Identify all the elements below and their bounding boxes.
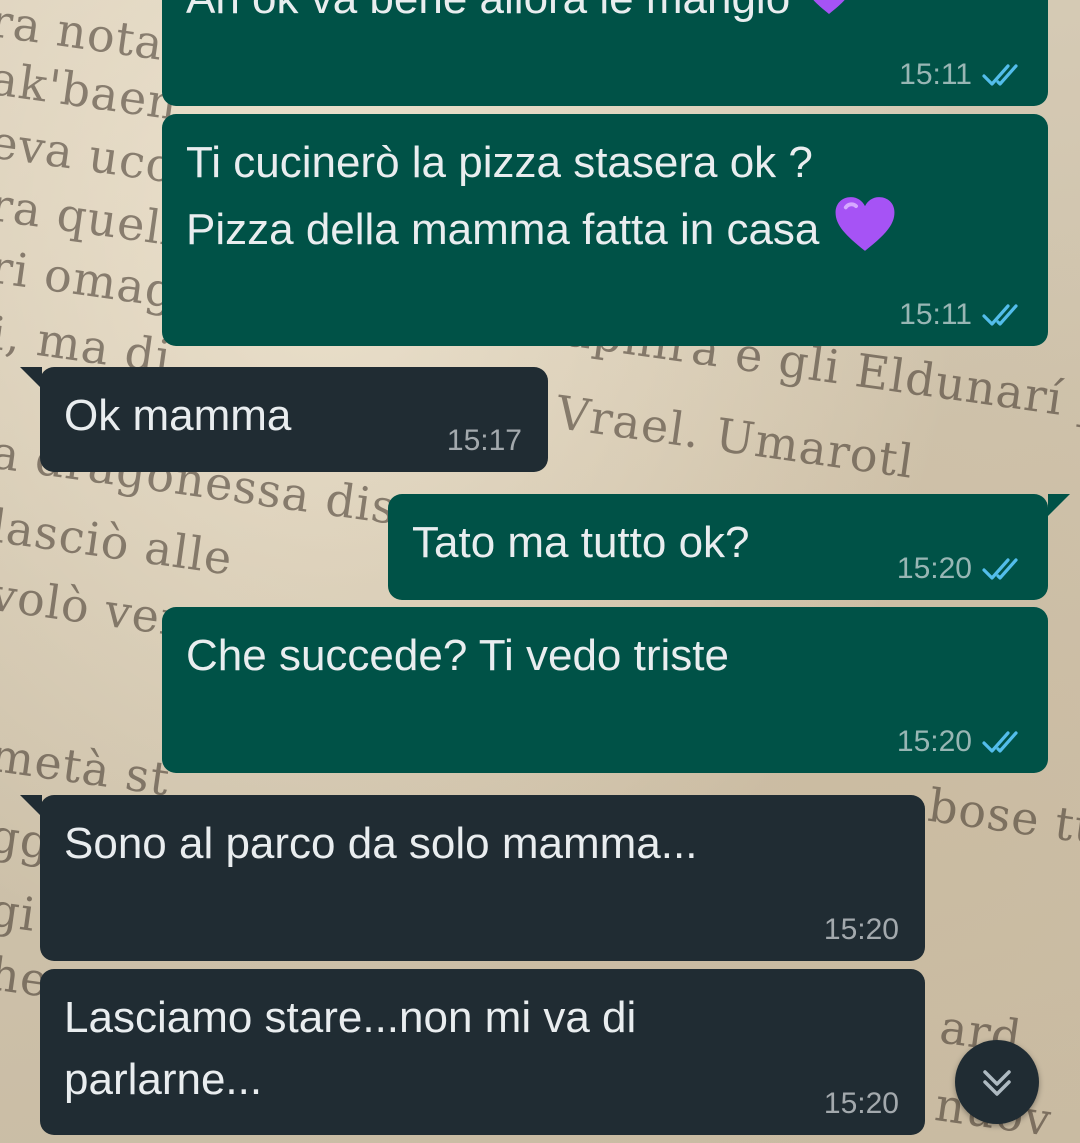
message-time: 15:11 <box>899 58 972 91</box>
message-line: Lasciamo stare...non mi va di <box>64 993 637 1042</box>
message-bubble-incoming[interactable]: Ok mamma 15:17 <box>40 367 548 472</box>
message-time: 15:20 <box>896 552 972 585</box>
message-meta: 15:20 <box>824 1087 899 1121</box>
double-chevron-down-icon <box>983 1070 1011 1096</box>
message-meta: 15:11 <box>899 298 1024 332</box>
wallpaper-text: gi <box>0 882 40 942</box>
message-text: Lasciamo stare...non mi va di parlarne..… <box>64 987 901 1111</box>
message-line: Pizza della mamma fatta in casa <box>186 194 1024 271</box>
scroll-to-bottom-button[interactable] <box>955 1040 1039 1124</box>
message-text: Ah ok va bene allora le mangio <box>186 0 1024 33</box>
message-meta: 15:17 <box>447 424 522 458</box>
message-meta: 15:20 <box>897 725 1024 759</box>
message-text: Che succede? Ti vedo triste <box>186 631 729 680</box>
message-line: parlarne... <box>64 1055 263 1104</box>
message-time: 15:11 <box>899 298 972 331</box>
bubble-tail <box>20 367 42 389</box>
purple-heart-icon <box>804 0 854 33</box>
bubble-tail <box>20 795 42 817</box>
read-double-check-icon <box>982 64 1018 86</box>
message-bubble-incoming[interactable]: Sono al parco da solo mamma... 15:20 <box>40 795 925 961</box>
message-time: 15:20 <box>896 725 972 758</box>
read-double-check-icon <box>982 731 1018 753</box>
read-double-check-icon <box>982 558 1018 580</box>
bubble-tail <box>1048 494 1070 516</box>
message-bubble-outgoing[interactable]: Ti cucinerò la pizza stasera ok ? Pizza … <box>162 114 1048 346</box>
wallpaper-text: Vrael. Umarotl <box>552 385 918 489</box>
message-text: Sono al parco da solo mamma... <box>64 819 698 868</box>
purple-heart-icon <box>833 194 897 271</box>
wallpaper-text: volò ver <box>0 566 187 648</box>
message-time: 15:20 <box>823 1087 899 1120</box>
message-bubble-outgoing[interactable]: Che succede? Ti vedo triste 15:20 <box>162 607 1048 773</box>
message-meta: 15:11 <box>899 58 1024 92</box>
message-line: Ti cucinerò la pizza stasera ok ? <box>186 138 813 187</box>
message-text: Ti cucinerò la pizza stasera ok ? Pizza … <box>186 132 1024 271</box>
message-time: 15:17 <box>446 424 522 457</box>
message-bubble-incoming[interactable]: Lasciamo stare...non mi va di parlarne..… <box>40 969 925 1135</box>
message-meta: 15:20 <box>897 552 1024 586</box>
message-time: 15:20 <box>823 913 899 946</box>
message-bubble-outgoing[interactable]: Tato ma tutto ok? 15:20 <box>388 494 1048 600</box>
read-double-check-icon <box>982 304 1018 326</box>
message-meta: 15:20 <box>824 913 899 947</box>
wallpaper-text: bose tu <box>925 777 1080 857</box>
message-bubble-outgoing[interactable]: Ah ok va bene allora le mangio 15:11 <box>162 0 1048 106</box>
